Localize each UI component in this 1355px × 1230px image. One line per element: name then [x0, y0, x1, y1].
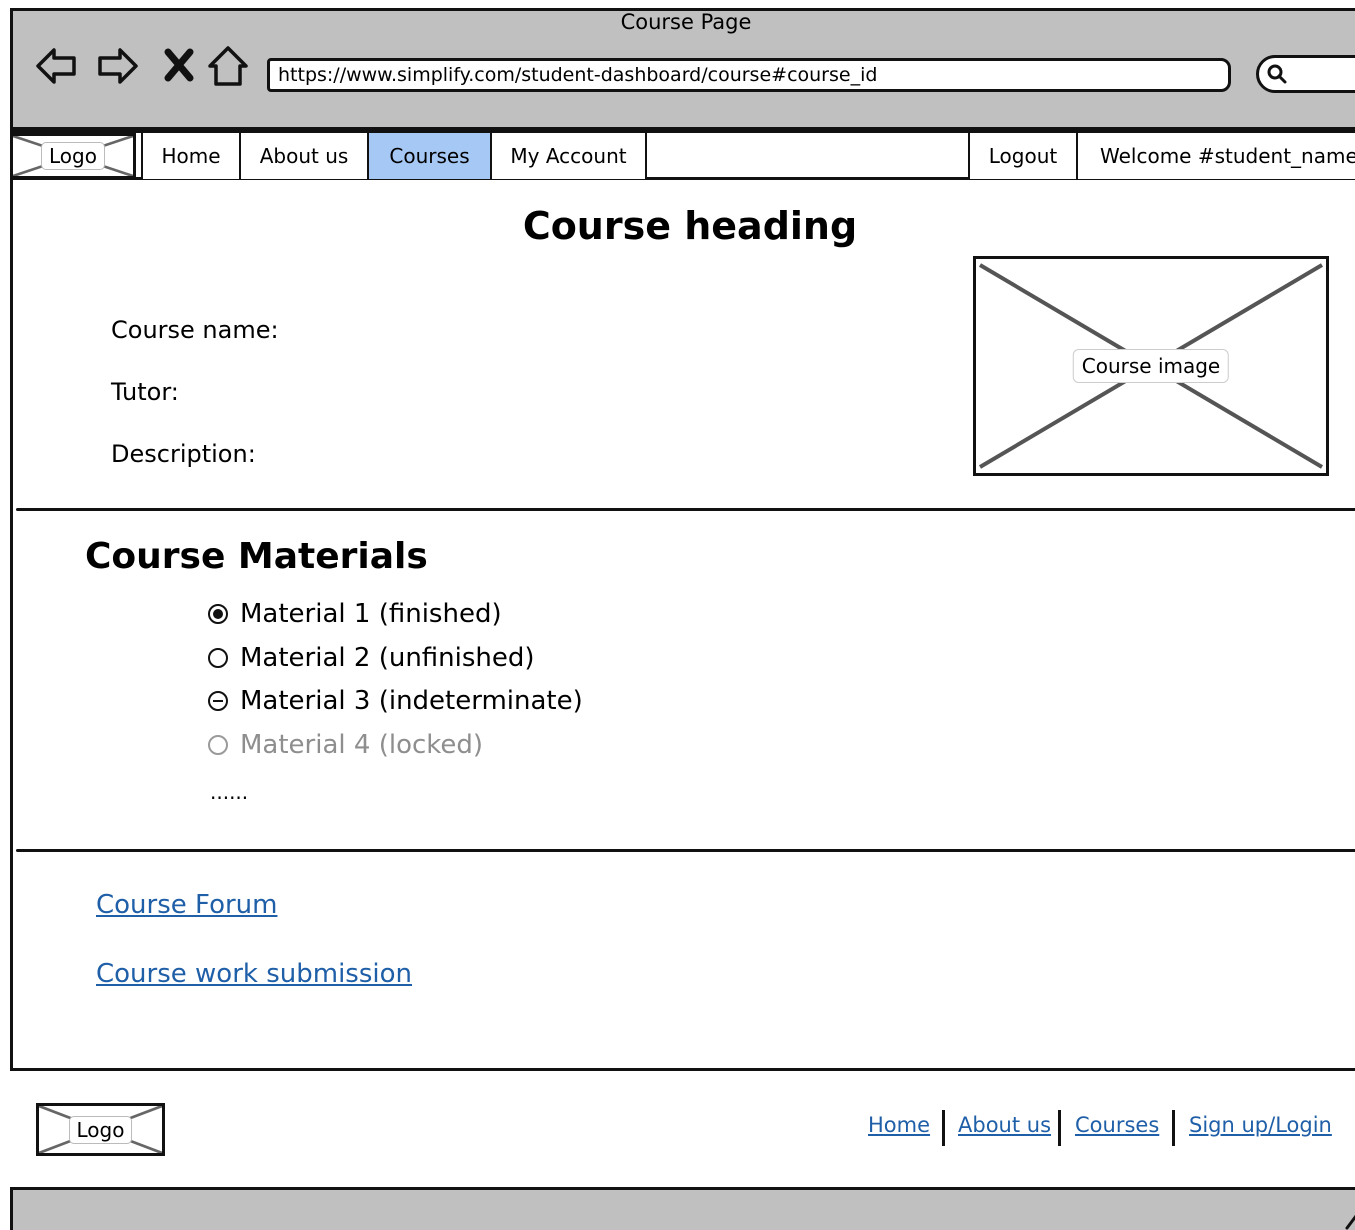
welcome-text: Welcome #student_name: [1078, 133, 1355, 179]
forward-icon[interactable]: [96, 44, 140, 88]
course-heading: Course heading: [522, 204, 858, 248]
course-image-label: Course image: [1072, 349, 1230, 383]
nav-logo-label: Logo: [41, 142, 105, 170]
material-item-locked: Material 4 (locked): [208, 727, 483, 763]
footer-link-home[interactable]: Home: [868, 1113, 930, 1137]
footer-logo[interactable]: Logo: [36, 1103, 165, 1156]
nav-item-my-account[interactable]: My Account: [492, 133, 647, 179]
more-materials: ......: [210, 780, 249, 804]
material-label: Material 4 (locked): [240, 730, 484, 760]
course-work-submission-link[interactable]: Course work submission: [96, 959, 412, 989]
url-bar[interactable]: https://www.simplify.com/student-dashboa…: [267, 58, 1231, 92]
nav-item-home[interactable]: Home: [141, 133, 241, 179]
course-name-label: Course name:: [111, 316, 279, 344]
nav-item-about-us[interactable]: About us: [241, 133, 369, 179]
material-item[interactable]: Material 3 (indeterminate): [208, 683, 583, 719]
material-label: Material 3 (indeterminate): [240, 686, 583, 716]
home-icon[interactable]: [206, 44, 250, 88]
footer-logo-label: Logo: [68, 1115, 133, 1144]
tutor-label: Tutor:: [111, 378, 179, 406]
resize-handle-icon[interactable]: [1343, 1198, 1355, 1230]
radio-unchecked-icon[interactable]: [208, 648, 228, 668]
close-icon[interactable]: [158, 44, 202, 88]
material-label: Material 1 (finished): [240, 599, 502, 629]
logout-button[interactable]: Logout: [968, 133, 1078, 179]
course-forum-link[interactable]: Course Forum: [96, 890, 277, 920]
radio-checked-icon[interactable]: [208, 604, 228, 624]
radio-indeterminate-icon[interactable]: [208, 691, 228, 711]
nav-item-courses[interactable]: Courses: [369, 133, 492, 179]
nav-logo[interactable]: Logo: [10, 133, 136, 179]
search-box[interactable]: [1256, 55, 1355, 93]
back-icon[interactable]: [34, 44, 78, 88]
divider: [16, 849, 1355, 852]
search-icon: [1267, 64, 1287, 84]
window-title: Course Page: [620, 10, 752, 34]
top-nav: Logo Home About us Courses My Account Lo…: [10, 130, 1355, 180]
footer-link-about-us[interactable]: About us: [958, 1113, 1051, 1137]
materials-title: Course Materials: [85, 536, 428, 577]
material-item[interactable]: Material 1 (finished): [208, 596, 502, 632]
radio-disabled-icon: [208, 735, 228, 755]
footer-separator: [1058, 1110, 1061, 1146]
material-label: Material 2 (unfinished): [240, 643, 535, 673]
divider: [16, 508, 1355, 511]
status-bar: [10, 1190, 1355, 1230]
description-label: Description:: [111, 440, 256, 468]
material-item[interactable]: Material 2 (unfinished): [208, 640, 535, 676]
footer-link-courses[interactable]: Courses: [1075, 1113, 1159, 1137]
footer-separator: [1172, 1110, 1175, 1146]
footer-separator: [942, 1110, 945, 1146]
course-image: Course image: [973, 256, 1329, 476]
footer-link-sign-up-login[interactable]: Sign up/Login: [1189, 1113, 1332, 1137]
